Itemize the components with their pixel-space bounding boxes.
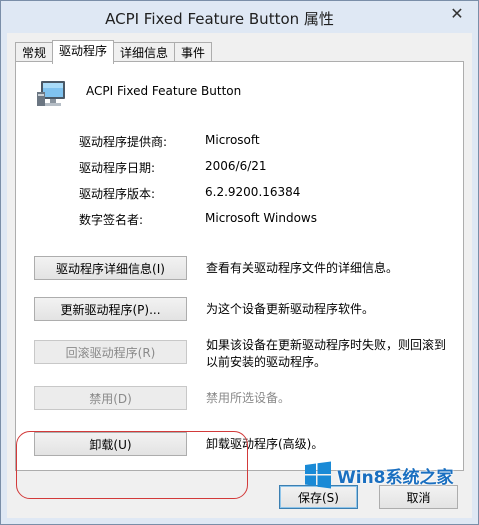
date-value: 2006/6/21 <box>205 159 267 173</box>
window-title: ACPI Fixed Feature Button 属性 <box>105 10 334 28</box>
version-value: 6.2.9200.16384 <box>205 185 301 199</box>
rollback-driver-desc: 如果该设备在更新驱动程序时失败，则回滚到以前安装的驱动程序。 <box>206 338 447 369</box>
driver-panel: ACPI Fixed Feature Button 驱动程序提供商: Micro… <box>15 61 464 471</box>
tab-driver[interactable]: 驱动程序 <box>52 40 115 64</box>
date-label: 驱动程序日期: <box>79 161 156 175</box>
driver-details-desc: 查看有关驱动程序文件的详细信息。 <box>206 261 399 275</box>
device-name: ACPI Fixed Feature Button <box>86 84 242 98</box>
tab-events[interactable]: 事件 <box>174 42 213 63</box>
update-driver-desc: 为这个设备更新驱动程序软件。 <box>206 302 375 316</box>
highlight-annotation <box>16 431 248 499</box>
update-driver-button[interactable]: 更新驱动程序(P)... <box>34 297 187 321</box>
tab-bar: 常规 驱动程序 详细信息 事件 <box>15 40 213 64</box>
version-label: 驱动程序版本: <box>79 187 156 201</box>
disable-desc: 禁用所选设备。 <box>206 391 291 405</box>
driver-details-button[interactable]: 驱动程序详细信息(I) <box>34 256 187 280</box>
windows-logo-icon <box>305 461 331 489</box>
watermark-text: Win8系统之家 <box>337 467 454 488</box>
tab-details[interactable]: 详细信息 <box>113 42 176 63</box>
signer-label: 数字签名者: <box>79 213 144 227</box>
rollback-driver-button[interactable]: 回滚驱动程序(R) <box>34 340 187 364</box>
tab-general[interactable]: 常规 <box>15 42 54 63</box>
computer-device-icon <box>37 81 65 106</box>
provider-value: Microsoft <box>205 133 260 147</box>
provider-label: 驱动程序提供商: <box>79 135 168 149</box>
properties-window: ACPI Fixed Feature Button 属性 ✕ 常规 驱动程序 详… <box>0 0 479 525</box>
title-bar[interactable]: ACPI Fixed Feature Button 属性 ✕ <box>1 1 478 33</box>
watermark: Win8系统之家 <box>303 457 461 493</box>
dialog-client: 常规 驱动程序 详细信息 事件 ACPI Fixed Feature Butto… <box>7 33 472 518</box>
close-icon: ✕ <box>450 3 464 23</box>
disable-button[interactable]: 禁用(D) <box>34 386 187 410</box>
signer-value: Microsoft Windows <box>205 211 317 225</box>
close-button[interactable]: ✕ <box>442 2 472 24</box>
